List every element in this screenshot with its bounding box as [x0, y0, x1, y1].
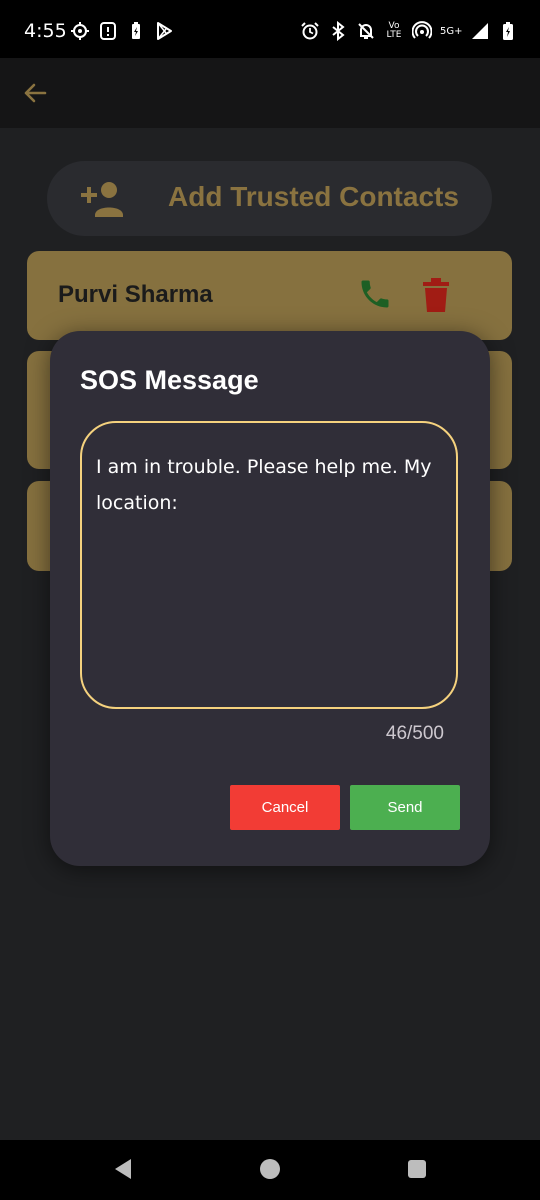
nav-home-icon[interactable] [260, 1159, 280, 1179]
play-store-icon [157, 22, 172, 40]
contact-card[interactable]: Purvi Sharma [27, 251, 512, 340]
contact-name: Purvi Sharma [58, 281, 213, 308]
arrow-left-icon[interactable] [20, 78, 50, 108]
status-system-icons: Vo LTE 5G+ [300, 18, 518, 44]
delete-trash-icon[interactable] [421, 278, 451, 312]
network-type: 5G+ [440, 25, 463, 37]
status-notification-icons [70, 19, 174, 43]
system-navigation-bar [0, 1140, 540, 1200]
notifications-off-icon [358, 23, 374, 39]
battery-charging-small-icon [132, 22, 140, 39]
sos-message-text: I am in trouble. Please help me. My loca… [96, 456, 432, 514]
volte-indicator: Vo LTE [384, 22, 404, 40]
settings-gear-icon [71, 22, 89, 40]
add-trusted-contacts-label: Add Trusted Contacts [168, 181, 459, 212]
phone-call-icon[interactable] [357, 276, 393, 312]
status-bar: 4:55 Vo LTE 5G+ [0, 0, 540, 58]
nav-recents-icon[interactable] [408, 1160, 426, 1178]
battery-icon [503, 22, 513, 40]
signal-icon [472, 23, 488, 39]
alert-box-icon [100, 22, 116, 40]
volte-bottom-label: LTE [386, 30, 402, 40]
network-type-label: 5G+ [440, 25, 463, 37]
app-bar [0, 58, 540, 128]
sos-message-dialog: SOS Message I am in trouble. Please help… [50, 331, 490, 866]
character-counter: 46/500 [385, 723, 444, 744]
dialog-title: SOS Message [80, 365, 259, 395]
status-time: 4:55 [24, 20, 67, 42]
bluetooth-icon [332, 21, 345, 41]
add-trusted-contacts-button[interactable]: Add Trusted Contacts [47, 161, 492, 236]
person-add-icon [81, 182, 123, 217]
nav-back-icon[interactable] [113, 1157, 133, 1181]
alarm-icon [301, 22, 319, 40]
send-button[interactable]: Send [350, 785, 460, 830]
cancel-button[interactable]: Cancel [230, 785, 340, 830]
sos-message-input[interactable]: I am in trouble. Please help me. My loca… [80, 421, 458, 709]
hotspot-icon [412, 21, 432, 39]
